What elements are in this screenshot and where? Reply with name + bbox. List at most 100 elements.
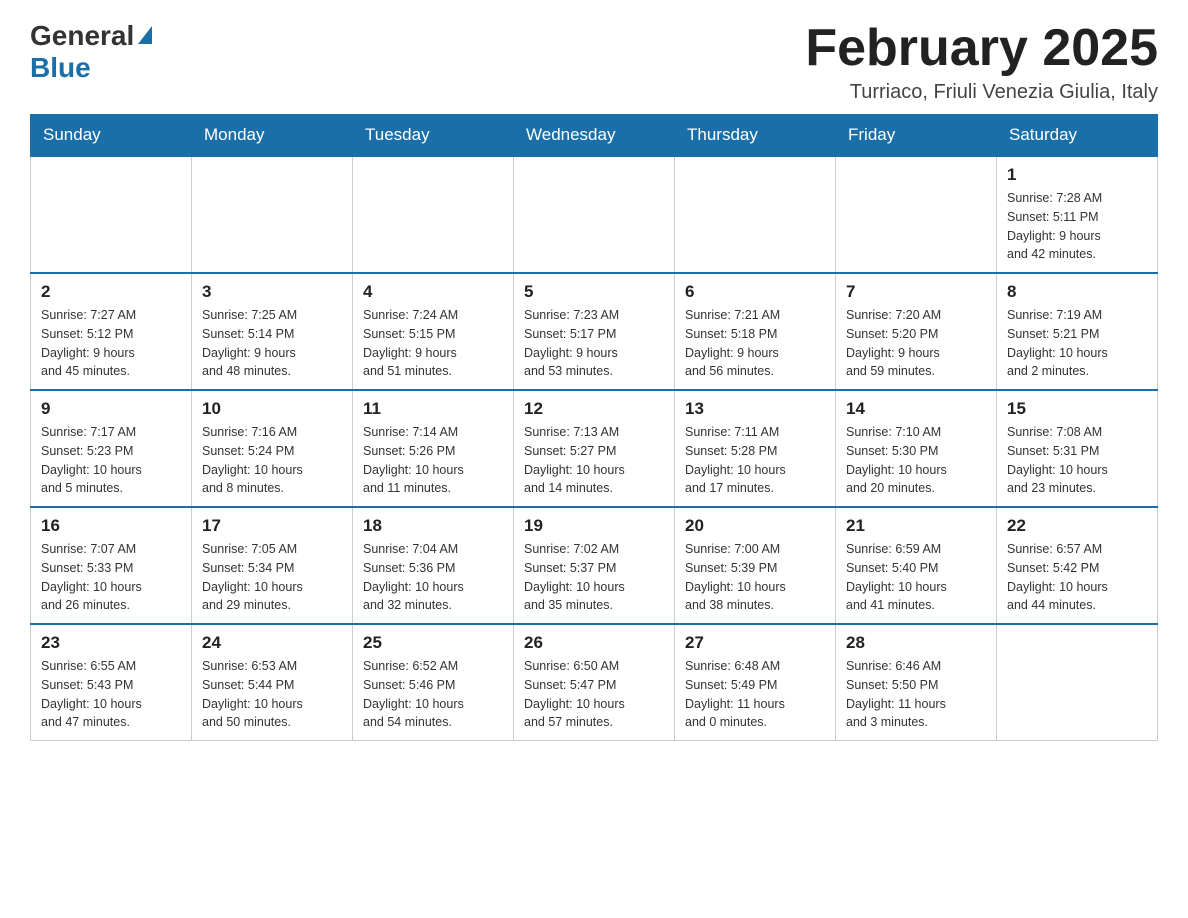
day-number: 17: [202, 516, 342, 536]
day-info: Sunrise: 7:04 AM Sunset: 5:36 PM Dayligh…: [363, 540, 503, 615]
day-number: 11: [363, 399, 503, 419]
day-info: Sunrise: 7:25 AM Sunset: 5:14 PM Dayligh…: [202, 306, 342, 381]
week-row-3: 9 Sunrise: 7:17 AM Sunset: 5:23 PM Daylig…: [31, 390, 1158, 507]
calendar-cell: 18Sunrise: 7:04 AM Sunset: 5:36 PM Dayli…: [353, 507, 514, 624]
day-header-thursday: Thursday: [675, 115, 836, 157]
day-info: Sunrise: 7:27 AM Sunset: 5:12 PM Dayligh…: [41, 306, 181, 381]
day-number: 3: [202, 282, 342, 302]
calendar-cell: 13 Sunrise: 7:11 AM Sunset: 5:28 PM Dayli…: [675, 390, 836, 507]
day-info: Sunrise: 7:08 AM Sunset: 5:31 PM Dayligh…: [1007, 423, 1147, 498]
day-number: 23: [41, 633, 181, 653]
calendar-cell: [192, 156, 353, 273]
day-number: 2: [41, 282, 181, 302]
day-number: 7: [846, 282, 986, 302]
day-number: 27: [685, 633, 825, 653]
day-info: Sunrise: 7:00 AM Sunset: 5:39 PM Dayligh…: [685, 540, 825, 615]
calendar-cell: [31, 156, 192, 273]
day-number: 1: [1007, 165, 1147, 185]
calendar-cell: 7 Sunrise: 7:20 AM Sunset: 5:20 PM Daylig…: [836, 273, 997, 390]
calendar-cell: 17 Sunrise: 7:05 AM Sunset: 5:34 PM Dayli…: [192, 507, 353, 624]
day-number: 15: [1007, 399, 1147, 419]
calendar-subtitle: Turriaco, Friuli Venezia Giulia, Italy: [805, 81, 1158, 104]
calendar-cell: 22 Sunrise: 6:57 AM Sunset: 5:42 PM Dayli…: [997, 507, 1158, 624]
calendar-cell: 28 Sunrise: 6:46 AM Sunset: 5:50 PM Dayli…: [836, 624, 997, 741]
calendar-cell: 12 Sunrise: 7:13 AM Sunset: 5:27 PM Dayli…: [514, 390, 675, 507]
day-info: Sunrise: 6:46 AM Sunset: 5:50 PM Dayligh…: [846, 657, 986, 732]
day-info: Sunrise: 6:48 AM Sunset: 5:49 PM Dayligh…: [685, 657, 825, 732]
day-info: Sunrise: 6:57 AM Sunset: 5:42 PM Dayligh…: [1007, 540, 1147, 615]
day-info: Sunrise: 7:23 AM Sunset: 5:17 PM Dayligh…: [524, 306, 664, 381]
day-number: 22: [1007, 516, 1147, 536]
day-info: Sunrise: 7:28 AM Sunset: 5:11 PM Dayligh…: [1007, 189, 1147, 264]
day-header-saturday: Saturday: [997, 115, 1158, 157]
day-info: Sunrise: 6:52 AM Sunset: 5:46 PM Dayligh…: [363, 657, 503, 732]
calendar-cell: 25 Sunrise: 6:52 AM Sunset: 5:46 PM Dayli…: [353, 624, 514, 741]
day-number: 26: [524, 633, 664, 653]
day-number: 21: [846, 516, 986, 536]
day-number: 4: [363, 282, 503, 302]
day-number: 5: [524, 282, 664, 302]
day-info: Sunrise: 6:53 AM Sunset: 5:44 PM Dayligh…: [202, 657, 342, 732]
calendar-cell: 21 Sunrise: 6:59 AM Sunset: 5:40 PM Dayli…: [836, 507, 997, 624]
day-info: Sunrise: 7:17 AM Sunset: 5:23 PM Dayligh…: [41, 423, 181, 498]
calendar-cell: 6 Sunrise: 7:21 AM Sunset: 5:18 PM Daylig…: [675, 273, 836, 390]
calendar-cell: 9 Sunrise: 7:17 AM Sunset: 5:23 PM Daylig…: [31, 390, 192, 507]
calendar-header-row: SundayMondayTuesdayWednesdayThursdayFrid…: [31, 115, 1158, 157]
day-info: Sunrise: 7:21 AM Sunset: 5:18 PM Dayligh…: [685, 306, 825, 381]
day-info: Sunrise: 7:05 AM Sunset: 5:34 PM Dayligh…: [202, 540, 342, 615]
logo-blue-text: Blue: [30, 52, 91, 84]
day-header-monday: Monday: [192, 115, 353, 157]
calendar-cell: 19Sunrise: 7:02 AM Sunset: 5:37 PM Dayli…: [514, 507, 675, 624]
day-header-tuesday: Tuesday: [353, 115, 514, 157]
calendar-cell: [514, 156, 675, 273]
calendar-cell: 26 Sunrise: 6:50 AM Sunset: 5:47 PM Dayli…: [514, 624, 675, 741]
day-number: 9: [41, 399, 181, 419]
day-info: Sunrise: 7:14 AM Sunset: 5:26 PM Dayligh…: [363, 423, 503, 498]
day-info: Sunrise: 7:20 AM Sunset: 5:20 PM Dayligh…: [846, 306, 986, 381]
calendar-cell: 16 Sunrise: 7:07 AM Sunset: 5:33 PM Dayli…: [31, 507, 192, 624]
calendar-cell: 5 Sunrise: 7:23 AM Sunset: 5:17 PM Daylig…: [514, 273, 675, 390]
day-number: 19: [524, 516, 664, 536]
calendar-cell: 14 Sunrise: 7:10 AM Sunset: 5:30 PM Dayli…: [836, 390, 997, 507]
day-number: 28: [846, 633, 986, 653]
calendar-cell: 2 Sunrise: 7:27 AM Sunset: 5:12 PM Daylig…: [31, 273, 192, 390]
calendar-cell: 10Sunrise: 7:16 AM Sunset: 5:24 PM Dayli…: [192, 390, 353, 507]
day-number: 16: [41, 516, 181, 536]
day-number: 8: [1007, 282, 1147, 302]
title-block: February 2025 Turriaco, Friuli Venezia G…: [805, 20, 1158, 104]
day-info: Sunrise: 6:50 AM Sunset: 5:47 PM Dayligh…: [524, 657, 664, 732]
day-info: Sunrise: 7:19 AM Sunset: 5:21 PM Dayligh…: [1007, 306, 1147, 381]
calendar-cell: [997, 624, 1158, 741]
day-number: 25: [363, 633, 503, 653]
day-info: Sunrise: 6:55 AM Sunset: 5:43 PM Dayligh…: [41, 657, 181, 732]
calendar-cell: 20Sunrise: 7:00 AM Sunset: 5:39 PM Dayli…: [675, 507, 836, 624]
day-number: 24: [202, 633, 342, 653]
day-number: 13: [685, 399, 825, 419]
logo-general-text: General: [30, 20, 134, 52]
calendar-table: SundayMondayTuesdayWednesdayThursdayFrid…: [30, 114, 1158, 741]
day-header-wednesday: Wednesday: [514, 115, 675, 157]
day-header-friday: Friday: [836, 115, 997, 157]
day-info: Sunrise: 7:10 AM Sunset: 5:30 PM Dayligh…: [846, 423, 986, 498]
calendar-cell: 24 Sunrise: 6:53 AM Sunset: 5:44 PM Dayli…: [192, 624, 353, 741]
day-number: 14: [846, 399, 986, 419]
day-number: 10: [202, 399, 342, 419]
day-info: Sunrise: 7:11 AM Sunset: 5:28 PM Dayligh…: [685, 423, 825, 498]
day-info: Sunrise: 6:59 AM Sunset: 5:40 PM Dayligh…: [846, 540, 986, 615]
calendar-cell: [836, 156, 997, 273]
day-number: 12: [524, 399, 664, 419]
week-row-1: 1 Sunrise: 7:28 AM Sunset: 5:11 PM Daylig…: [31, 156, 1158, 273]
day-info: Sunrise: 7:07 AM Sunset: 5:33 PM Dayligh…: [41, 540, 181, 615]
week-row-5: 23 Sunrise: 6:55 AM Sunset: 5:43 PM Dayli…: [31, 624, 1158, 741]
calendar-cell: [675, 156, 836, 273]
day-info: Sunrise: 7:13 AM Sunset: 5:27 PM Dayligh…: [524, 423, 664, 498]
day-number: 6: [685, 282, 825, 302]
logo-triangle-icon: [138, 26, 152, 44]
page-header: General Blue February 2025 Turriaco, Fri…: [30, 20, 1158, 104]
day-header-sunday: Sunday: [31, 115, 192, 157]
calendar-cell: 27 Sunrise: 6:48 AM Sunset: 5:49 PM Dayli…: [675, 624, 836, 741]
calendar-cell: [353, 156, 514, 273]
day-info: Sunrise: 7:24 AM Sunset: 5:15 PM Dayligh…: [363, 306, 503, 381]
calendar-cell: 15 Sunrise: 7:08 AM Sunset: 5:31 PM Dayli…: [997, 390, 1158, 507]
logo: General Blue: [30, 20, 152, 84]
